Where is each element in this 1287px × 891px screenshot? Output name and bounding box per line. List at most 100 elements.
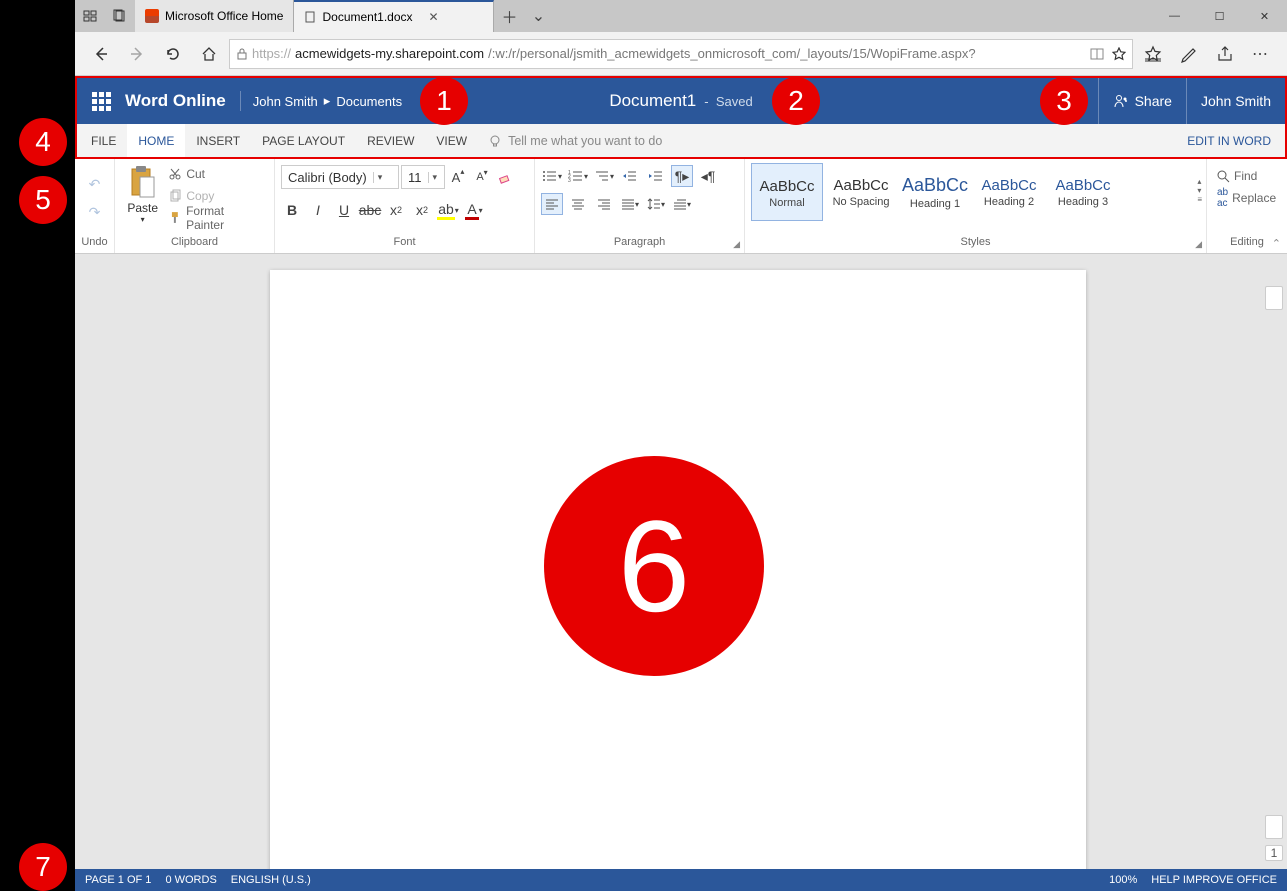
decrease-indent-button[interactable]: [619, 165, 641, 187]
tab-preview-icon[interactable]: ⌄: [524, 6, 552, 26]
close-window-button[interactable]: ✕: [1242, 0, 1287, 32]
refresh-button[interactable]: [157, 38, 189, 70]
tab-insert[interactable]: INSERT: [185, 124, 251, 157]
align-center-button[interactable]: [567, 193, 589, 215]
font-color-button[interactable]: A▾: [463, 199, 485, 221]
edit-in-word-button[interactable]: EDIT IN WORD: [1173, 134, 1285, 148]
favorites-icon[interactable]: [1137, 38, 1169, 70]
tab-file[interactable]: FILE: [77, 124, 127, 157]
grow-font-button[interactable]: A▴: [447, 166, 469, 188]
multilevel-list-button[interactable]: ▾: [593, 165, 615, 187]
document-title[interactable]: Document1: [609, 91, 696, 111]
styles-expand[interactable]: ≡: [1197, 195, 1202, 204]
tell-me-placeholder: Tell me what you want to do: [508, 134, 662, 148]
undo-button[interactable]: ↶: [84, 173, 106, 195]
tab-review[interactable]: REVIEW: [356, 124, 425, 157]
paste-button[interactable]: Paste ▾: [121, 161, 164, 224]
browser-tab-document[interactable]: Document1.docx ✕: [294, 0, 494, 32]
shrink-font-button[interactable]: A▾: [471, 166, 493, 188]
subscript-button[interactable]: x2: [385, 199, 407, 221]
scroll-down-button[interactable]: [1265, 815, 1283, 839]
more-icon[interactable]: ⋯: [1245, 38, 1277, 70]
share-button[interactable]: Share: [1098, 78, 1186, 124]
redo-button[interactable]: ↷: [84, 201, 106, 223]
scroll-up-button[interactable]: [1265, 286, 1283, 310]
style-heading-2[interactable]: AaBbCc Heading 2: [973, 163, 1045, 221]
style-no-spacing[interactable]: AaBbCcNo Spacing: [825, 163, 897, 221]
line-spacing-button[interactable]: ▾: [645, 193, 667, 215]
bold-button[interactable]: B: [281, 199, 303, 221]
status-page[interactable]: PAGE 1 OF 1: [85, 874, 151, 886]
browser-tab-office[interactable]: Microsoft Office Home: [135, 0, 294, 32]
tab-home[interactable]: HOME: [127, 124, 185, 157]
bullet-list-button[interactable]: ▾: [541, 165, 563, 187]
chevron-right-icon: ▸: [324, 93, 331, 109]
close-icon[interactable]: ✕: [429, 10, 439, 24]
cut-button[interactable]: Cut: [164, 163, 268, 185]
copy-button[interactable]: Copy: [164, 185, 268, 207]
special-indent-button[interactable]: ▾: [671, 193, 693, 215]
style-sample: AaBbCc: [981, 177, 1036, 194]
group-label-styles: Styles: [751, 235, 1200, 253]
star-icon[interactable]: [1112, 47, 1126, 61]
url-host: acmewidgets-my.sharepoint.com: [295, 46, 484, 61]
user-menu[interactable]: John Smith: [1186, 78, 1285, 124]
style-name: Heading 2: [984, 196, 1034, 208]
reader-icon[interactable]: [1090, 47, 1104, 61]
styles-scroll-down[interactable]: ▾: [1197, 186, 1202, 195]
group-label-clipboard: Clipboard: [121, 235, 268, 253]
forward-button[interactable]: [121, 38, 153, 70]
style-heading-3[interactable]: AaBbCcHeading 3: [1047, 163, 1119, 221]
share-page-icon[interactable]: [1209, 38, 1241, 70]
status-zoom[interactable]: 100%: [1109, 874, 1137, 886]
italic-button[interactable]: I: [307, 199, 329, 221]
back-button[interactable]: [85, 38, 117, 70]
group-label-font: Font: [281, 235, 528, 253]
highlight-color-button[interactable]: ab▾: [437, 199, 459, 221]
new-tab-button[interactable]: ＋: [494, 4, 524, 28]
help-improve-office[interactable]: HELP IMPROVE OFFICE: [1151, 874, 1277, 886]
find-button[interactable]: Find: [1213, 165, 1261, 187]
align-justify-button[interactable]: ▾: [619, 193, 641, 215]
style-normal[interactable]: AaBbCcNormal: [751, 163, 823, 221]
pinned-icon[interactable]: [105, 0, 135, 32]
url-input[interactable]: https://acmewidgets-my.sharepoint.com/:w…: [229, 39, 1133, 69]
superscript-button[interactable]: x2: [411, 199, 433, 221]
align-right-button[interactable]: [593, 193, 615, 215]
home-button[interactable]: [193, 38, 225, 70]
tab-view[interactable]: VIEW: [425, 124, 478, 157]
number-list-button[interactable]: 123▾: [567, 165, 589, 187]
rtl-direction-button[interactable]: ◂¶: [697, 165, 719, 187]
replace-button[interactable]: abacReplace: [1213, 187, 1280, 209]
underline-button[interactable]: U: [333, 199, 355, 221]
status-language[interactable]: ENGLISH (U.S.): [231, 874, 311, 886]
notes-icon[interactable]: [1173, 38, 1205, 70]
sidebar-toggle-icon[interactable]: [75, 0, 105, 32]
format-painter-button[interactable]: Format Painter: [164, 207, 268, 229]
word-online-brand[interactable]: Word Online: [125, 91, 241, 111]
collapse-ribbon-button[interactable]: ⌃: [1272, 237, 1281, 250]
status-words[interactable]: 0 WORDS: [165, 874, 216, 886]
strikethrough-button[interactable]: abc: [359, 199, 381, 221]
paragraph-dialog-launcher[interactable]: ◢: [733, 239, 740, 250]
styles-dialog-launcher[interactable]: ◢: [1195, 239, 1202, 250]
style-name: No Spacing: [833, 196, 890, 208]
minimize-button[interactable]: —: [1152, 0, 1197, 32]
ltr-direction-button[interactable]: ¶▸: [671, 165, 693, 187]
increase-indent-button[interactable]: [645, 165, 667, 187]
tab-page-layout[interactable]: PAGE LAYOUT: [251, 124, 356, 157]
lock-icon: [236, 48, 248, 60]
breadcrumb[interactable]: John Smith ▸ Documents: [253, 93, 402, 109]
share-label: Share: [1135, 93, 1172, 109]
app-launcher-button[interactable]: [77, 77, 125, 125]
group-label-undo: Undo: [81, 235, 108, 253]
font-name-dropdown[interactable]: Calibri (Body)▾: [281, 165, 399, 189]
styles-scroll-up[interactable]: ▴: [1197, 177, 1202, 186]
align-left-button[interactable]: [541, 193, 563, 215]
font-size-dropdown[interactable]: 11▾: [401, 165, 445, 189]
style-heading-1[interactable]: AaBbCcHeading 1: [899, 163, 971, 221]
maximize-button[interactable]: ☐: [1197, 0, 1242, 32]
tell-me-search[interactable]: Tell me what you want to do: [478, 134, 672, 148]
clear-formatting-button[interactable]: [495, 166, 517, 188]
svg-text:3: 3: [568, 178, 571, 183]
